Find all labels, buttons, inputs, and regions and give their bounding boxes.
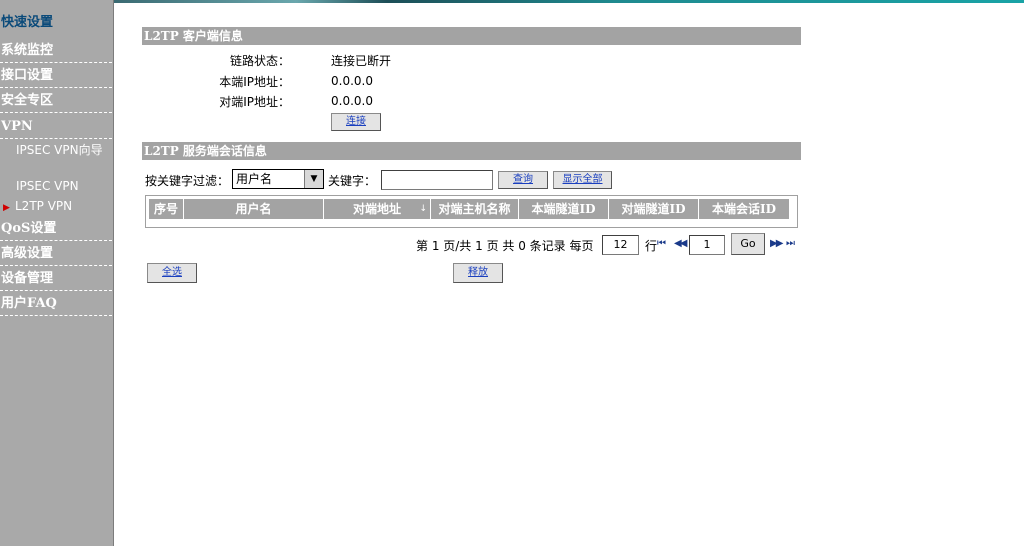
first-page-icon[interactable]: ⏮ <box>657 238 666 249</box>
sidebar-item-interface-settings[interactable]: 接口设置 <box>0 65 112 88</box>
search-button[interactable]: 查询 <box>498 171 548 189</box>
local-ip-value: 0.0.0.0 <box>331 74 373 88</box>
server-info-header: L2TP 服务端会话信息 <box>142 142 801 160</box>
rows-unit-label: 行 <box>645 239 658 253</box>
sidebar-item-user-faq[interactable]: 用户FAQ <box>0 293 112 316</box>
column-header-remote-hostname[interactable]: 对端主机名称 <box>431 199 519 219</box>
sidebar-subitem-ipsec-wizard[interactable]: IPSEC VPN向导 <box>0 143 111 158</box>
session-table: 序号 用户名 对端地址 ↓ 对端主机名称 本端隧道ID 对端隧道ID 本端会话ID <box>145 195 798 228</box>
sidebar-item-quick-setup[interactable]: 快速设置 <box>0 12 112 34</box>
go-button[interactable]: Go <box>731 233 765 255</box>
keyword-label: 关键字： <box>328 174 377 188</box>
remote-ip-label: 对端IP地址： <box>219 95 290 109</box>
chevron-down-icon[interactable]: ▼ <box>304 170 323 188</box>
sidebar-item-device-management[interactable]: 设备管理 <box>0 268 112 291</box>
local-ip-label: 本端IP地址： <box>219 75 290 89</box>
sidebar-subitem-label: L2TP VPN <box>15 199 73 213</box>
client-info-header: L2TP 客户端信息 <box>142 27 801 45</box>
connect-button[interactable]: 连接 <box>331 113 381 131</box>
link-status-value: 连接已断开 <box>331 54 392 68</box>
page-number-input[interactable]: 1 <box>689 235 725 255</box>
sidebar-item-security[interactable]: 安全专区 <box>0 90 112 113</box>
sidebar-item-system-monitor[interactable]: 系统监控 <box>0 40 112 63</box>
column-header-username[interactable]: 用户名 <box>184 199 324 219</box>
column-header-label: 对端地址 <box>352 202 401 216</box>
last-page-icon[interactable]: ⏭ <box>786 238 795 249</box>
filter-select[interactable]: 用户名 ▼ <box>232 169 324 189</box>
sidebar-subitem-ipsec-vpn[interactable]: IPSEC VPN <box>0 179 124 193</box>
release-button[interactable]: 释放 <box>453 263 503 283</box>
remote-ip-value: 0.0.0.0 <box>331 94 373 108</box>
column-header-remote-address[interactable]: 对端地址 ↓ <box>324 199 431 219</box>
keyword-input[interactable] <box>381 170 493 190</box>
selected-arrow-icon: ▶ <box>3 203 10 213</box>
filter-select-value: 用户名 <box>236 172 273 186</box>
sidebar-subitem-l2tp-vpn[interactable]: ▶ L2TP VPN <box>0 199 111 213</box>
column-header-local-tunnel-id[interactable]: 本端隧道ID <box>519 199 609 219</box>
top-decoration-bar <box>114 0 1024 3</box>
sidebar-item-qos[interactable]: QoS设置 <box>0 218 112 241</box>
sidebar-subitem-label: IPSEC VPN向导 <box>16 143 103 157</box>
sidebar-item-vpn[interactable]: VPN <box>0 116 112 139</box>
column-header-local-session-id[interactable]: 本端会话ID <box>699 199 789 219</box>
select-all-button[interactable]: 全选 <box>147 263 197 283</box>
sort-arrow-icon: ↓ <box>419 204 427 214</box>
sidebar-item-advanced[interactable]: 高级设置 <box>0 243 112 266</box>
show-all-button[interactable]: 显示全部 <box>553 171 612 189</box>
column-header-index[interactable]: 序号 <box>149 199 184 219</box>
per-page-input[interactable]: 12 <box>602 235 639 255</box>
filter-label: 按关键字过滤： <box>145 174 230 188</box>
prev-page-icon[interactable]: ◀◀ <box>674 238 687 249</box>
table-header-row: 序号 用户名 对端地址 ↓ 对端主机名称 本端隧道ID 对端隧道ID 本端会话ID <box>149 199 789 219</box>
link-status-label: 链路状态： <box>229 54 290 68</box>
column-header-remote-tunnel-id[interactable]: 对端隧道ID <box>609 199 699 219</box>
next-page-icon[interactable]: ▶▶ <box>770 238 783 249</box>
sidebar: 快速设置 系统监控 接口设置 安全专区 VPN IPSEC VPN向导 IPSE… <box>0 0 114 546</box>
pager-summary: 第 1 页/共 1 页 共 0 条记录 每页 <box>416 239 594 253</box>
